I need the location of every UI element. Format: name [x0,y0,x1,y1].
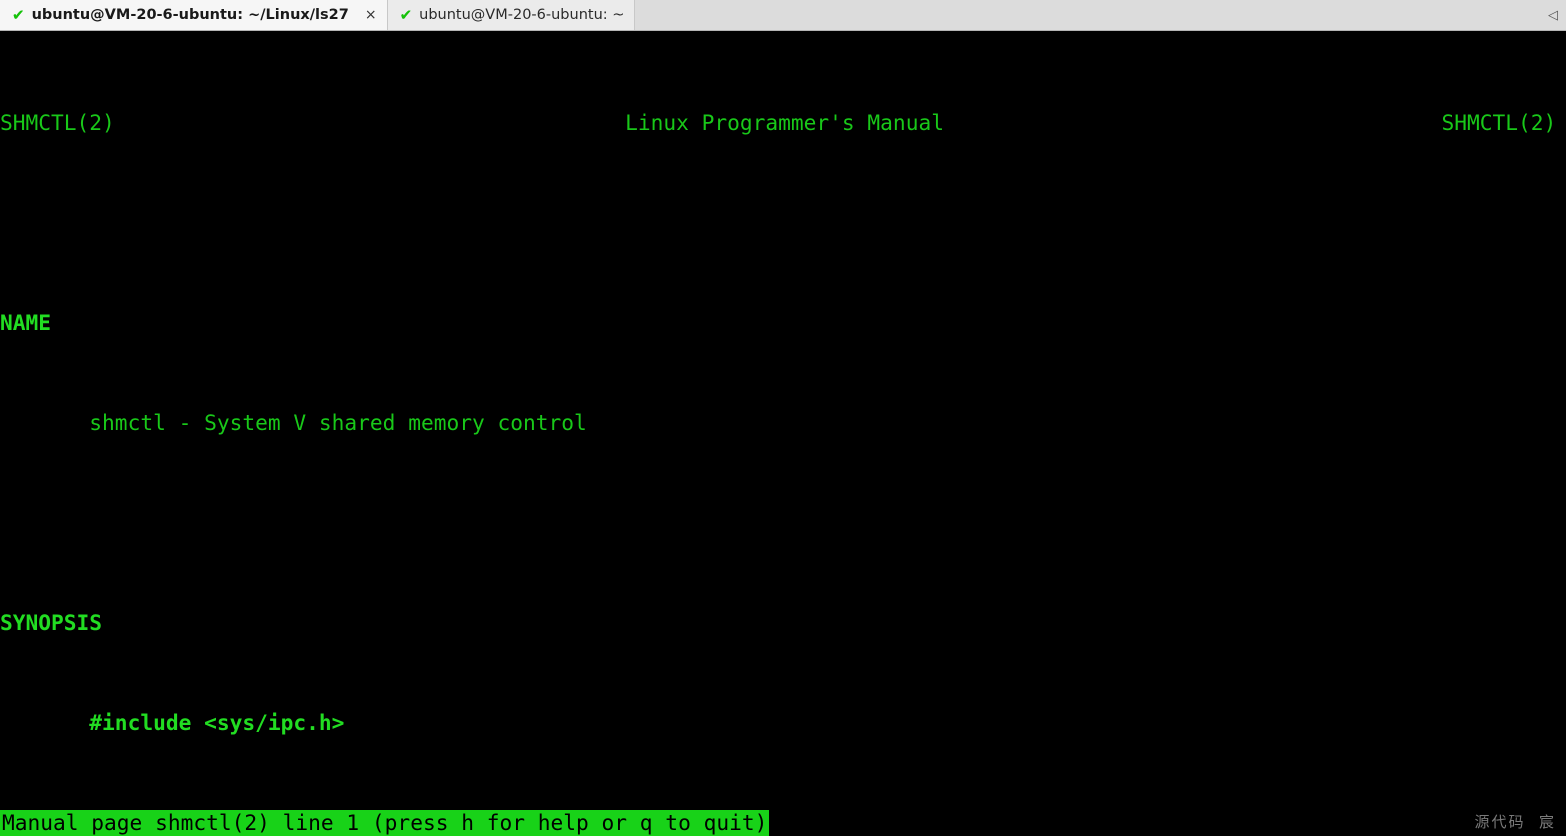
include-text: #include <sys/ipc.h> [89,710,345,735]
tab-label: ubuntu@VM-20-6-ubuntu: ~/Linux/ls27 [31,7,349,23]
man-header-center: Linux Programmer's Manual [625,110,944,135]
close-icon[interactable]: × [365,7,377,23]
man-header-line: SHMCTL(2) Linux Programmer's Manual SHMC… [0,110,1556,135]
chevron-left-icon[interactable]: ◁ [1540,0,1566,30]
man-page-content: SHMCTL(2) Linux Programmer's Manual SHMC… [0,31,1556,836]
check-icon: ✔ [399,5,413,24]
section-heading-synopsis: SYNOPSIS [0,610,1556,635]
man-header-gap-right [944,110,1441,135]
tab-ubuntu-home[interactable]: ✔ ubuntu@VM-20-6-ubuntu: ~ [387,0,636,30]
heading-text: NAME [0,310,52,335]
less-status-bar[interactable]: Manual page shmctl(2) line 1 (press h fo… [0,810,770,836]
name-body-text: shmctl - System V shared memory control [89,410,587,435]
terminal-screen[interactable]: SHMCTL(2) Linux Programmer's Manual SHMC… [0,31,1566,836]
heading-text: SYNOPSIS [0,610,103,635]
section-heading-name: NAME [0,310,1556,335]
tab-ubuntu-ls27[interactable]: ✔ ubuntu@VM-20-6-ubuntu: ~/Linux/ls27 × [0,0,388,30]
man-header-left: SHMCTL(2) [0,110,115,135]
watermark-label: 源代码 宸 [1474,813,1556,831]
tab-bar-filler [635,0,1540,30]
tab-label: ubuntu@VM-20-6-ubuntu: ~ [419,7,625,23]
check-icon: ✔ [12,5,25,24]
tab-bar: ✔ ubuntu@VM-20-6-ubuntu: ~/Linux/ls27 × … [0,0,1566,31]
synopsis-include-1: #include <sys/ipc.h> [0,710,1556,735]
man-header-gap-left [115,110,625,135]
name-body-line: shmctl - System V shared memory control [0,410,1556,435]
man-header-right: SHMCTL(2) [1441,110,1557,135]
